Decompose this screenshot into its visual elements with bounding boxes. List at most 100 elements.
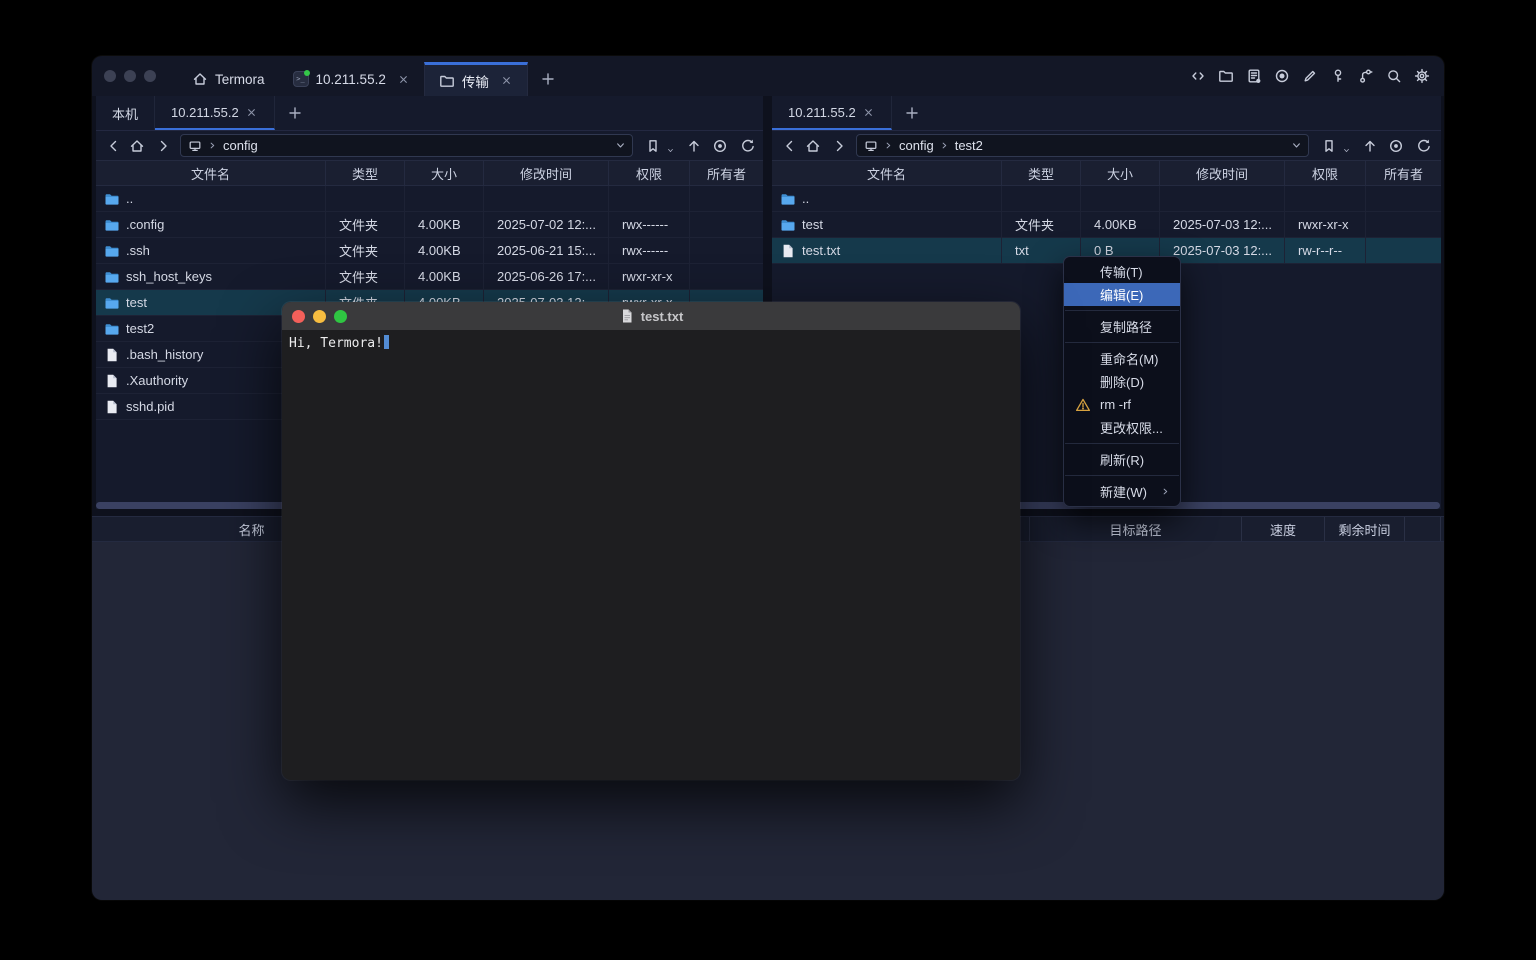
- search-icon[interactable]: [1385, 67, 1402, 84]
- editor-zoom-button[interactable]: [334, 310, 347, 323]
- menu-item-rm -rf[interactable]: rm -rf: [1064, 393, 1180, 416]
- menu-item-更改权限...[interactable]: 更改权限...: [1064, 416, 1180, 439]
- main-tab-传输[interactable]: 传输: [424, 62, 528, 96]
- editor-window: test.txt Hi, Termora!: [282, 302, 1020, 780]
- transfer-column-header[interactable]: 剩余时间: [1325, 517, 1405, 541]
- column-header-5[interactable]: 所有者: [690, 161, 763, 185]
- menu-item-新建(W)[interactable]: 新建(W): [1064, 480, 1180, 503]
- right_panel-table-header: 文件名类型大小修改时间权限所有者: [772, 160, 1441, 186]
- bookmark-button[interactable]: [645, 138, 661, 154]
- file-row[interactable]: .ssh文件夹4.00KB2025-06-21 15:...rwx------: [96, 238, 763, 264]
- record-icon[interactable]: [1273, 67, 1290, 84]
- menu-item-label: 复制路径: [1100, 317, 1152, 336]
- keychain-icon[interactable]: [1357, 67, 1374, 84]
- forward-button[interactable]: [155, 138, 171, 154]
- right_panel-new-tab-button[interactable]: [892, 96, 932, 130]
- key-icon[interactable]: [1329, 67, 1346, 84]
- folder-icon[interactable]: [1217, 67, 1234, 84]
- file-name: test: [802, 217, 823, 232]
- column-header-5[interactable]: 所有者: [1366, 161, 1441, 185]
- bookmark-caret-icon[interactable]: [662, 142, 678, 158]
- menu-item-编辑(E)[interactable]: 编辑(E): [1064, 283, 1180, 306]
- file-size-cell: 4.00KB: [405, 238, 484, 263]
- close-button[interactable]: [104, 70, 116, 82]
- code-icon[interactable]: [1189, 67, 1206, 84]
- desktop: Termora>_10.211.55.2传输 本机10.211.55.2conf…: [0, 0, 1536, 960]
- editor-close-button[interactable]: [292, 310, 305, 323]
- log-icon[interactable]: [1245, 67, 1262, 84]
- menu-item-重命名(M)[interactable]: 重命名(M): [1064, 347, 1180, 370]
- right_panel-tab-10.211.55.2[interactable]: 10.211.55.2: [772, 96, 892, 130]
- text-cursor: [384, 335, 389, 349]
- show-hidden-toggle[interactable]: [712, 138, 728, 154]
- editor-minimize-button[interactable]: [313, 310, 326, 323]
- left_panel-new-tab-button[interactable]: [275, 96, 315, 130]
- menu-item-删除(D)[interactable]: 删除(D): [1064, 370, 1180, 393]
- minimize-button[interactable]: [124, 70, 136, 82]
- file-owner-cell: [690, 238, 763, 263]
- home-button[interactable]: [805, 138, 821, 154]
- column-header-0[interactable]: 文件名: [772, 161, 1002, 185]
- transfer-column-header[interactable]: 目标路径: [1030, 517, 1242, 541]
- file-row[interactable]: ..: [96, 186, 763, 212]
- file-row[interactable]: ..: [772, 186, 1441, 212]
- transfer-column-header[interactable]: 速度: [1242, 517, 1325, 541]
- refresh-button[interactable]: [1416, 138, 1432, 154]
- column-header-2[interactable]: 大小: [1081, 161, 1160, 185]
- home-button[interactable]: [129, 138, 145, 154]
- path-separator-icon: [939, 140, 950, 151]
- column-header-1[interactable]: 类型: [326, 161, 405, 185]
- home-icon: [192, 71, 208, 87]
- editor-titlebar[interactable]: test.txt: [282, 302, 1020, 330]
- file-icon: [104, 373, 120, 389]
- left_panel-path-input[interactable]: config: [180, 134, 633, 157]
- bookmark-caret-icon[interactable]: [1338, 142, 1354, 158]
- menu-item-传输(T)[interactable]: 传输(T): [1064, 260, 1180, 283]
- folder-icon: [104, 191, 120, 207]
- back-button[interactable]: [106, 138, 122, 154]
- editor-text-area[interactable]: Hi, Termora!: [282, 330, 1020, 357]
- close-tab-icon[interactable]: [862, 106, 875, 119]
- column-header-0[interactable]: 文件名: [96, 161, 326, 185]
- right_panel-path-input[interactable]: configtest2: [856, 134, 1309, 157]
- left_panel-tab-本机[interactable]: 本机: [96, 96, 155, 130]
- left_panel-tab-10.211.55.2[interactable]: 10.211.55.2: [155, 96, 275, 130]
- file-mtime-cell: 2025-07-02 12:...: [484, 212, 609, 237]
- close-tab-icon[interactable]: [500, 74, 513, 87]
- path-dropdown-icon[interactable]: [614, 139, 627, 152]
- file-name-cell: test: [772, 212, 1002, 237]
- file-owner-cell: [1366, 212, 1441, 237]
- main-tab-termora[interactable]: Termora: [178, 62, 279, 96]
- file-row[interactable]: .config文件夹4.00KB2025-07-02 12:...rwx----…: [96, 212, 763, 238]
- refresh-button[interactable]: [740, 138, 756, 154]
- zoom-button[interactable]: [144, 70, 156, 82]
- parent-directory-button[interactable]: [1362, 138, 1378, 154]
- main-tab-10.211.55.2[interactable]: >_10.211.55.2: [279, 62, 424, 96]
- folder-icon: [104, 243, 120, 259]
- pencil-icon[interactable]: [1301, 67, 1318, 84]
- column-header-4[interactable]: 权限: [609, 161, 690, 185]
- column-header-3[interactable]: 修改时间: [484, 161, 609, 185]
- file-row[interactable]: ssh_host_keys文件夹4.00KB2025-06-26 17:...r…: [96, 264, 763, 290]
- show-hidden-toggle[interactable]: [1388, 138, 1404, 154]
- parent-directory-button[interactable]: [686, 138, 702, 154]
- bookmark-button[interactable]: [1321, 138, 1337, 154]
- main-tab-label: 10.211.55.2: [316, 72, 386, 87]
- column-header-3[interactable]: 修改时间: [1160, 161, 1285, 185]
- new-main-tab-button[interactable]: [528, 62, 568, 96]
- settings-icon[interactable]: [1413, 67, 1430, 84]
- main-titlebar[interactable]: Termora>_10.211.55.2传输: [92, 56, 1444, 96]
- menu-item-复制路径[interactable]: 复制路径: [1064, 315, 1180, 338]
- forward-button[interactable]: [831, 138, 847, 154]
- back-button[interactable]: [782, 138, 798, 154]
- close-tab-icon[interactable]: [397, 73, 410, 86]
- file-row[interactable]: test文件夹4.00KB2025-07-03 12:...rwxr-xr-x: [772, 212, 1441, 238]
- column-header-1[interactable]: 类型: [1002, 161, 1081, 185]
- file-name: .bash_history: [126, 347, 203, 362]
- path-dropdown-icon[interactable]: [1290, 139, 1303, 152]
- file-type-cell: 文件夹: [326, 212, 405, 237]
- close-tab-icon[interactable]: [245, 106, 258, 119]
- column-header-4[interactable]: 权限: [1285, 161, 1366, 185]
- column-header-2[interactable]: 大小: [405, 161, 484, 185]
- menu-item-刷新(R)[interactable]: 刷新(R): [1064, 448, 1180, 471]
